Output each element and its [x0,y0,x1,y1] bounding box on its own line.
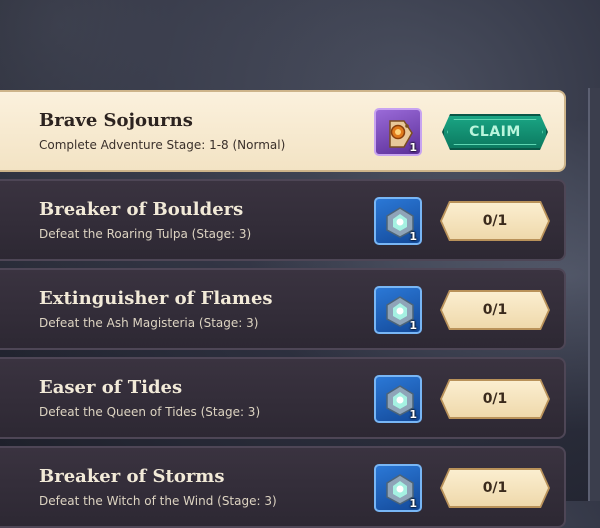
progress-button[interactable]: 0/1 [442,203,548,239]
reward-slot[interactable]: 1 [374,375,422,423]
quest-left-marker: 0 [0,390,4,408]
quest-title: Breaker of Storms [39,466,225,487]
reward-slot[interactable]: 1 [374,464,422,512]
quest-left-marker: 0 [0,479,4,497]
quest-card-breaker-of-boulders: 0 Breaker of Boulders Defeat the Roaring… [0,179,566,261]
reward-count: 1 [409,497,417,510]
progress-button[interactable]: 0/1 [442,292,548,328]
reward-slot[interactable]: 1 [374,108,422,156]
quest-description: Defeat the Queen of Tides (Stage: 3) [39,405,261,419]
claim-button-inner-border [447,119,543,145]
reward-slot[interactable]: 1 [374,286,422,334]
reward-count: 1 [409,319,417,332]
quest-description: Defeat the Ash Magisteria (Stage: 3) [39,316,259,330]
claim-button[interactable]: CLAIM [442,114,548,150]
quest-card-breaker-of-storms: 0 Breaker of Storms Defeat the Witch of … [0,446,566,528]
quest-card-extinguisher-of-flames: 0 Extinguisher of Flames Defeat the Ash … [0,268,566,350]
quest-title: Extinguisher of Flames [39,288,273,309]
reward-count: 1 [409,230,417,243]
quest-left-marker: 0 [0,301,4,319]
quest-description: Complete Adventure Stage: 1-8 (Normal) [39,138,286,152]
quest-left-marker: 0 [0,212,4,230]
quest-left-marker: 0 [0,123,4,141]
quest-title: Breaker of Boulders [39,199,244,220]
scroll-rail[interactable] [588,88,600,501]
reward-count: 1 [409,408,417,421]
quest-title: Easer of Tides [39,377,183,398]
quest-description: Defeat the Roaring Tulpa (Stage: 3) [39,227,252,241]
reward-count: 1 [409,141,417,154]
quest-description: Defeat the Witch of the Wind (Stage: 3) [39,494,277,508]
quest-title: Brave Sojourns [39,110,193,131]
quest-card-brave-sojourns: 0 Brave Sojourns Complete Adventure Stag… [0,90,566,172]
reward-slot[interactable]: 1 [374,197,422,245]
progress-button[interactable]: 0/1 [442,381,548,417]
quest-card-easer-of-tides: 0 Easer of Tides Defeat the Queen of Tid… [0,357,566,439]
